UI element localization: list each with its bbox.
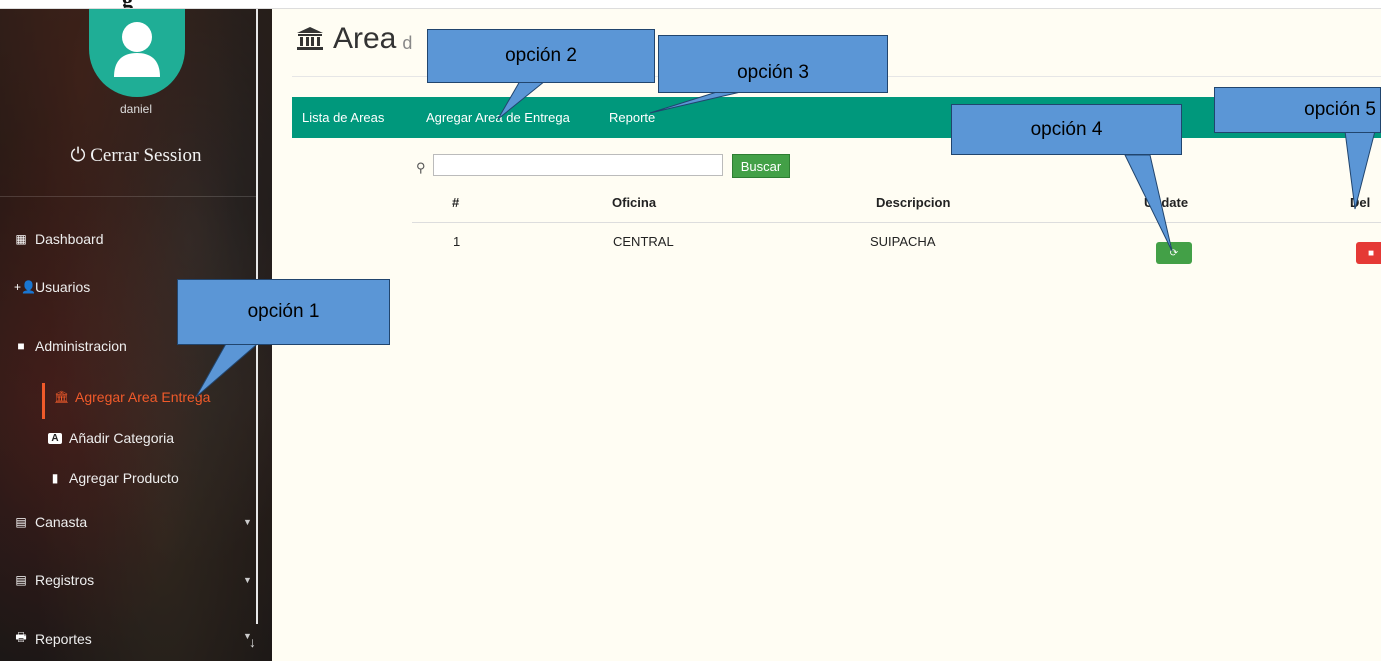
letter-a-icon: A [48,432,62,444]
cell-number: 1 [453,234,461,249]
username: daniel [119,102,153,116]
document-heading: g [0,0,1381,8]
trash-icon: ■ [1367,247,1375,259]
logout-link[interactable]: ⏻ Cerrar Session [0,145,272,167]
update-button[interactable]: ⟳ [1156,242,1192,264]
list-icon: ▤ [15,515,27,529]
column-header-number: # [452,195,460,210]
user-icon [114,22,160,77]
search-input[interactable] [433,154,723,176]
avatar [89,9,185,97]
callout-option-2: opción 2 [427,29,655,83]
sidebar-divider [0,196,256,197]
book-icon: ▮ [51,471,59,485]
tab-lista-de-areas[interactable]: Lista de Areas [302,110,384,125]
sidebar-item-agregar-producto[interactable]: ▮ Agregar Producto [48,470,179,486]
tab-reporte[interactable]: Reporte [609,110,655,125]
callout-option-1: opción 1 [177,279,390,345]
cell-oficina: CENTRAL [613,234,674,249]
refresh-icon: ⟳ [1169,247,1179,259]
tab-agregar-area-de-entrega[interactable]: Agregar Area de Entrega [426,110,570,125]
list-icon: ▤ [15,573,27,587]
power-icon: ⏻ [70,145,86,166]
column-header-update: Update [1144,195,1189,210]
sidebar-item-anadir-categoria[interactable]: A Añadir Categoria [48,430,174,446]
callout-option-4: opción 4 [951,104,1182,155]
sidebar-item-canasta[interactable]: ▤ Canasta [14,514,87,530]
column-header-oficina: Oficina [612,195,657,210]
search-button[interactable]: Buscar [732,154,790,178]
scroll-down-arrow-icon[interactable]: ↓ [249,634,256,650]
chevron-down-icon: ▼ [243,575,252,585]
print-icon: 🖶 [15,630,27,644]
search-icon: ⚲ [416,160,426,175]
institution-icon: 🏛 [54,390,70,404]
cell-descripcion: SUIPACHA [870,234,936,249]
dashboard-icon: ▦ [15,232,27,246]
sidebar-item-reportes[interactable]: 🖶 Reportes [14,628,91,649]
callout-option-5: opción 5 [1214,87,1381,133]
column-header-del: Del [1350,195,1371,210]
sidebar-item-usuarios[interactable]: +👤 Usuarios [14,279,90,295]
sidebar-item-administracion[interactable]: ■ Administracion [14,338,126,354]
delete-button[interactable]: ■ [1356,242,1381,264]
sidebar-item-dashboard[interactable]: ▦ Dashboard [14,231,103,247]
table-header-divider [412,222,1381,223]
app-screen: daniel ⏻ Cerrar Session ▦ Dashboard +👤 U… [0,8,1381,661]
column-header-descripcion: Descripcion [876,195,951,210]
institution-icon [297,27,323,50]
sidebar-item-registros[interactable]: ▤ Registros [14,572,94,588]
active-indicator [42,383,45,419]
callout-option-3: opción 3 [658,35,888,93]
briefcase-icon: ■ [17,339,25,353]
page-title: Area d [297,22,412,56]
chevron-down-icon: ▼ [243,517,252,527]
sidebar-item-agregar-area-entrega[interactable]: 🏛 Agregar Area Entrega [54,389,210,405]
add-user-icon: +👤 [14,280,36,294]
